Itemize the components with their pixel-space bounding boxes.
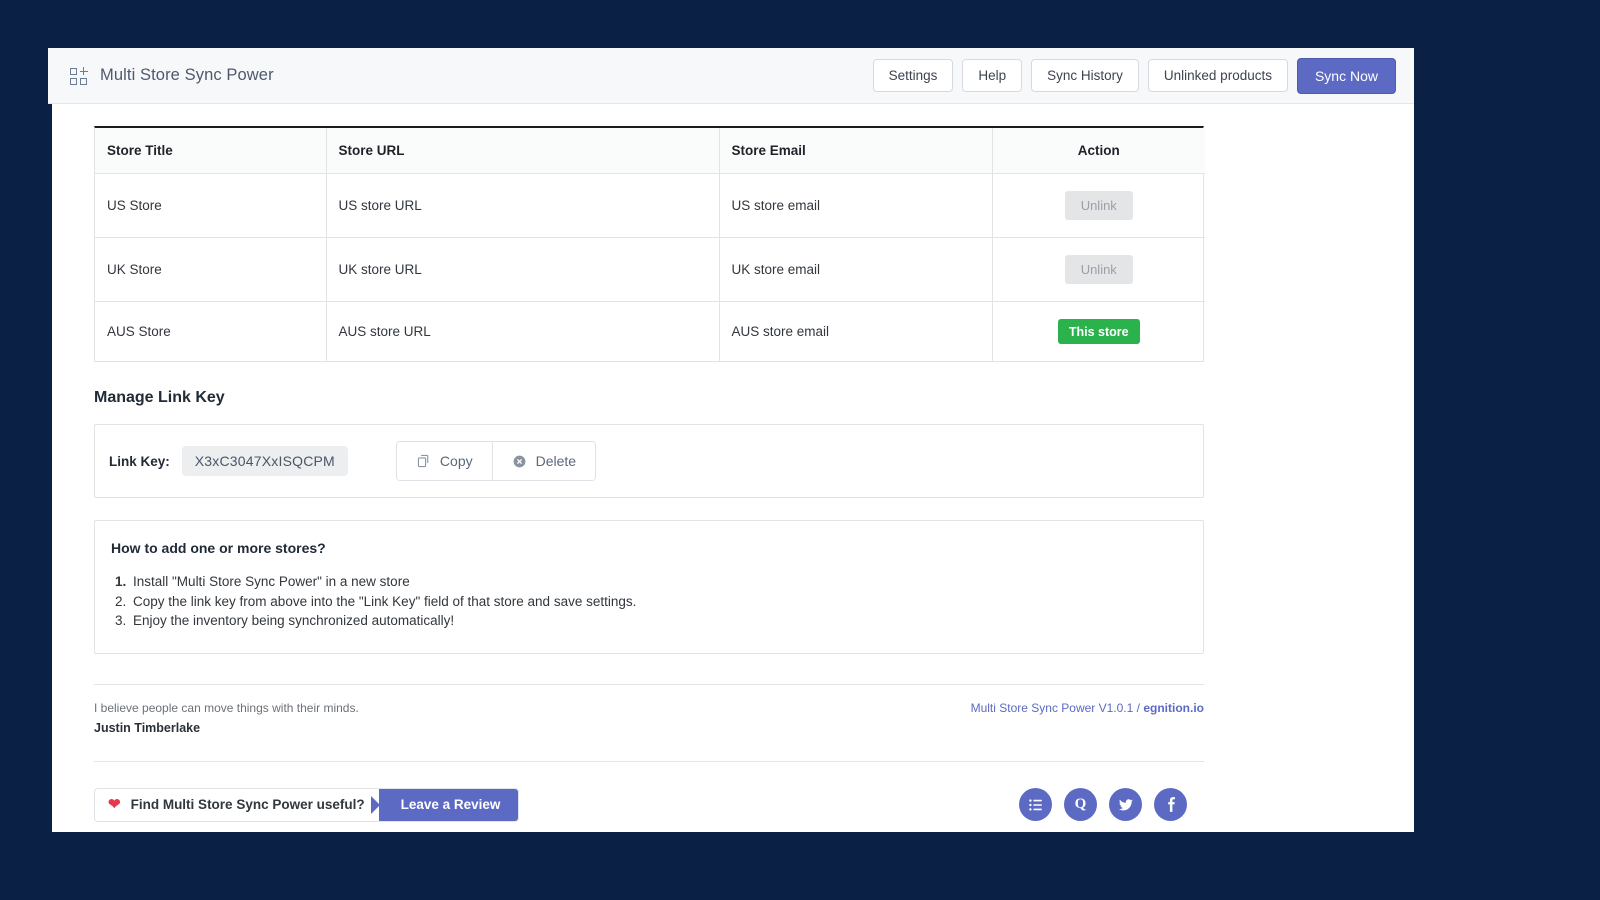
egnition-link[interactable]: egnition.io (1143, 701, 1204, 715)
how-to-title: How to add one or more stores? (111, 540, 1187, 556)
manage-link-key-title: Manage Link Key (94, 389, 1204, 407)
how-to-steps: Install "Multi Store Sync Power" in a ne… (111, 573, 1187, 631)
cell-store-email: AUS store email (719, 302, 992, 362)
heart-icon: ❤ (108, 797, 121, 812)
table-header-row: Store Title Store URL Store Email Action (95, 128, 1205, 174)
table-row: US Store US store URL US store email Unl… (95, 174, 1205, 238)
version-separator: / (1133, 701, 1143, 715)
cell-action: Unlink (992, 174, 1205, 238)
sync-history-button[interactable]: Sync History (1031, 59, 1139, 92)
quote-footer: I believe people can move things with th… (94, 685, 1204, 741)
quora-glyph: Q (1075, 797, 1087, 812)
cell-store-email: US store email (719, 174, 992, 238)
content-container: Store Title Store URL Store Email Action… (94, 126, 1204, 822)
link-key-value: X3xC3047XxISQCPM (182, 446, 348, 476)
column-header-store-url: Store URL (326, 128, 719, 174)
app-window: Multi Store Sync Power Settings Help Syn… (48, 48, 1414, 832)
how-to-card: How to add one or more stores? Install "… (94, 520, 1204, 654)
version-footer: Multi Store Sync Power V1.0.1 / egnition… (971, 701, 1204, 715)
cell-action: Unlink (992, 238, 1205, 302)
cell-store-url: UK store URL (326, 238, 719, 302)
stores-table: Store Title Store URL Store Email Action… (95, 128, 1205, 361)
review-bar: ❤ Find Multi Store Sync Power useful? Le… (94, 761, 1204, 822)
quote-author: Justin Timberlake (94, 721, 359, 735)
brand: Multi Store Sync Power (70, 66, 274, 86)
list-item: Enjoy the inventory being synchronized a… (111, 612, 1187, 631)
delete-label: Delete (536, 453, 576, 469)
cell-action: This store (992, 302, 1205, 362)
circle-x-icon (512, 454, 527, 469)
list-item: Copy the link key from above into the "L… (111, 593, 1187, 612)
cell-store-title: US Store (95, 174, 326, 238)
facebook-icon[interactable] (1154, 788, 1187, 821)
unlink-button[interactable]: Unlink (1065, 191, 1133, 220)
copy-link-key-button[interactable]: Copy (397, 442, 492, 480)
cell-store-title: AUS Store (95, 302, 326, 362)
unlink-button[interactable]: Unlink (1065, 255, 1133, 284)
stores-table-card: Store Title Store URL Store Email Action… (94, 126, 1204, 362)
cell-store-url: AUS store URL (326, 302, 719, 362)
review-prompt-group: ❤ Find Multi Store Sync Power useful? (95, 789, 379, 821)
review-prompt: Find Multi Store Sync Power useful? (131, 797, 365, 812)
page-body: Store Title Store URL Store Email Action… (48, 104, 1414, 832)
sync-now-button[interactable]: Sync Now (1297, 58, 1396, 94)
unlinked-products-button[interactable]: Unlinked products (1148, 59, 1288, 92)
quote-text: I believe people can move things with th… (94, 699, 359, 718)
twitter-icon[interactable] (1109, 788, 1142, 821)
link-key-card: Link Key: X3xC3047XxISQCPM Copy (94, 424, 1204, 498)
social-links: Q (1019, 788, 1204, 821)
settings-button[interactable]: Settings (873, 59, 954, 92)
table-row: UK Store UK store URL UK store email Unl… (95, 238, 1205, 302)
cell-store-url: US store URL (326, 174, 719, 238)
delete-link-key-button[interactable]: Delete (492, 442, 595, 480)
app-grid-plus-icon (70, 66, 90, 86)
table-row: AUS Store AUS store URL AUS store email … (95, 302, 1205, 362)
page-title: Multi Store Sync Power (100, 66, 274, 85)
copy-label: Copy (440, 453, 473, 469)
leave-a-review-button[interactable]: Leave a Review (379, 789, 519, 821)
help-button[interactable]: Help (962, 59, 1022, 92)
column-header-store-email: Store Email (719, 128, 992, 174)
link-key-label: Link Key: (109, 454, 170, 469)
menu-list-icon[interactable] (1019, 788, 1052, 821)
quora-icon[interactable]: Q (1064, 788, 1097, 821)
product-version-link[interactable]: Multi Store Sync Power V1.0.1 (971, 701, 1134, 715)
review-pill: ❤ Find Multi Store Sync Power useful? Le… (94, 788, 519, 822)
link-key-actions: Copy Delete (396, 441, 596, 481)
copy-icon (416, 454, 431, 469)
status-badge-this-store: This store (1058, 319, 1140, 344)
cell-store-title: UK Store (95, 238, 326, 302)
list-item: Install "Multi Store Sync Power" in a ne… (111, 573, 1187, 592)
app-header-bar: Multi Store Sync Power Settings Help Syn… (48, 48, 1414, 104)
column-header-action: Action (992, 128, 1205, 174)
header-actions: Settings Help Sync History Unlinked prod… (873, 58, 1396, 94)
column-header-store-title: Store Title (95, 128, 326, 174)
quote-block: I believe people can move things with th… (94, 699, 359, 735)
cell-store-email: UK store email (719, 238, 992, 302)
